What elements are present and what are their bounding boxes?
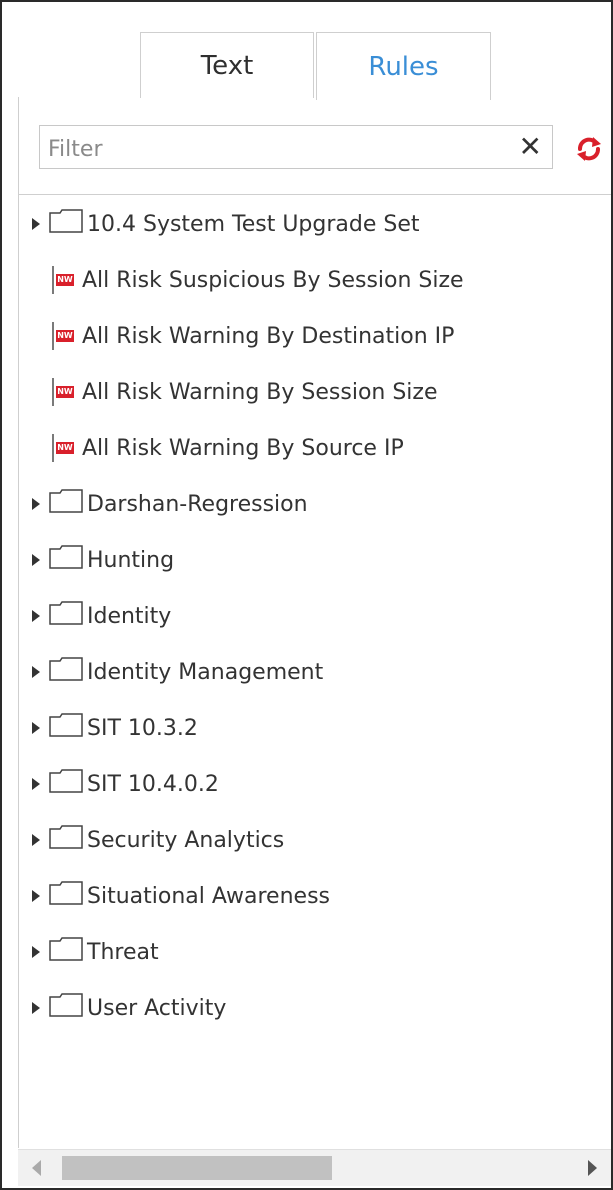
tree-item-label: Identity [87, 603, 172, 629]
tree-folder-row[interactable]: Identity [19, 596, 171, 636]
tree-item-label: All Risk Warning By Source IP [82, 435, 404, 461]
expand-arrow-icon[interactable] [27, 652, 45, 692]
folder-icon [45, 769, 87, 799]
expand-arrow-icon[interactable] [27, 540, 45, 580]
folder-icon [45, 601, 87, 631]
tree-folder-row[interactable]: 10.4 System Test Upgrade Set [19, 204, 420, 244]
filter-input[interactable] [46, 132, 490, 166]
tree-folder-row[interactable]: Darshan-Regression [19, 484, 308, 524]
nw-rule-icon: NW [56, 330, 74, 342]
folder-icon [45, 657, 87, 687]
folder-icon [45, 881, 87, 911]
tree-item-label: User Activity [87, 995, 227, 1021]
tree-folder-row[interactable]: Situational Awareness [19, 876, 330, 916]
tree-folder-row[interactable]: Security Analytics [19, 820, 284, 860]
tree-folder-row[interactable]: SIT 10.4.0.2 [19, 764, 219, 804]
filter-box: ✕ [39, 125, 553, 169]
tree-item-label: SIT 10.4.0.2 [87, 771, 219, 797]
tree-rule-row[interactable]: NW All Risk Warning By Session Size [19, 372, 438, 412]
scroll-left-arrow-icon[interactable] [32, 1160, 41, 1176]
rule-connector [52, 434, 54, 462]
tab-text[interactable]: Text [140, 32, 314, 98]
tab-rules-label: Rules [368, 51, 439, 82]
tree-folder-row[interactable]: Identity Management [19, 652, 323, 692]
scroll-right-arrow-icon[interactable] [588, 1160, 597, 1176]
tree-folder-row[interactable]: Threat [19, 932, 159, 972]
expand-arrow-icon[interactable] [27, 820, 45, 860]
rule-connector [52, 378, 54, 406]
folder-icon [45, 937, 87, 967]
horizontal-scrollbar[interactable] [18, 1149, 611, 1186]
tree-item-label: All Risk Warning By Session Size [82, 379, 438, 405]
tree-item-label: Threat [87, 939, 159, 965]
folder-icon [45, 545, 87, 575]
tree-rule-row[interactable]: NW All Risk Suspicious By Session Size [19, 260, 464, 300]
tree-item-label: 10.4 System Test Upgrade Set [87, 211, 420, 237]
nw-rule-icon: NW [56, 386, 74, 398]
close-icon[interactable]: ✕ [519, 130, 542, 164]
rule-connector [52, 266, 54, 294]
tree-item-label: Darshan-Regression [87, 491, 308, 517]
tree-item-label: Hunting [87, 547, 175, 573]
nw-rule-icon: NW [56, 442, 74, 454]
expand-arrow-icon[interactable] [27, 596, 45, 636]
folder-icon [45, 713, 87, 743]
rules-tree: 10.4 System Test Upgrade Set NW All Risk S… [18, 195, 611, 1148]
folder-icon [45, 825, 87, 855]
tab-rules[interactable]: Rules [316, 32, 491, 100]
tab-bar: Text Rules [2, 2, 611, 100]
expand-arrow-icon[interactable] [27, 204, 45, 244]
filter-toolbar: ✕ [18, 97, 611, 195]
tree-item-label: Situational Awareness [87, 883, 330, 909]
expand-arrow-icon[interactable] [27, 484, 45, 524]
tree-item-label: SIT 10.3.2 [87, 715, 198, 741]
expand-arrow-icon[interactable] [27, 876, 45, 916]
tab-text-label: Text [200, 50, 254, 81]
tree-rule-row[interactable]: NW All Risk Warning By Destination IP [19, 316, 454, 356]
tree-item-label: Security Analytics [87, 827, 285, 853]
rules-panel: Text Rules ✕ 10.4 System Test Upgrade Se… [0, 0, 613, 1190]
expand-arrow-icon[interactable] [27, 764, 45, 804]
folder-icon [45, 993, 87, 1023]
scrollbar-thumb[interactable] [62, 1156, 332, 1180]
rule-connector [52, 322, 54, 350]
tree-item-label: Identity Management [87, 659, 324, 685]
tree-item-label: All Risk Suspicious By Session Size [82, 267, 464, 293]
nw-rule-icon: NW [56, 274, 74, 286]
tree-folder-row[interactable]: User Activity [19, 988, 226, 1028]
folder-icon [45, 209, 87, 239]
tree-rule-row[interactable]: NW All Risk Warning By Source IP [19, 428, 404, 468]
refresh-icon[interactable] [575, 135, 603, 163]
expand-arrow-icon[interactable] [27, 988, 45, 1028]
expand-arrow-icon[interactable] [27, 932, 45, 972]
expand-arrow-icon[interactable] [27, 708, 45, 748]
folder-icon [45, 489, 87, 519]
tree-folder-row[interactable]: SIT 10.3.2 [19, 708, 198, 748]
tree-folder-row[interactable]: Hunting [19, 540, 174, 580]
tree-item-label: All Risk Warning By Destination IP [82, 323, 455, 349]
